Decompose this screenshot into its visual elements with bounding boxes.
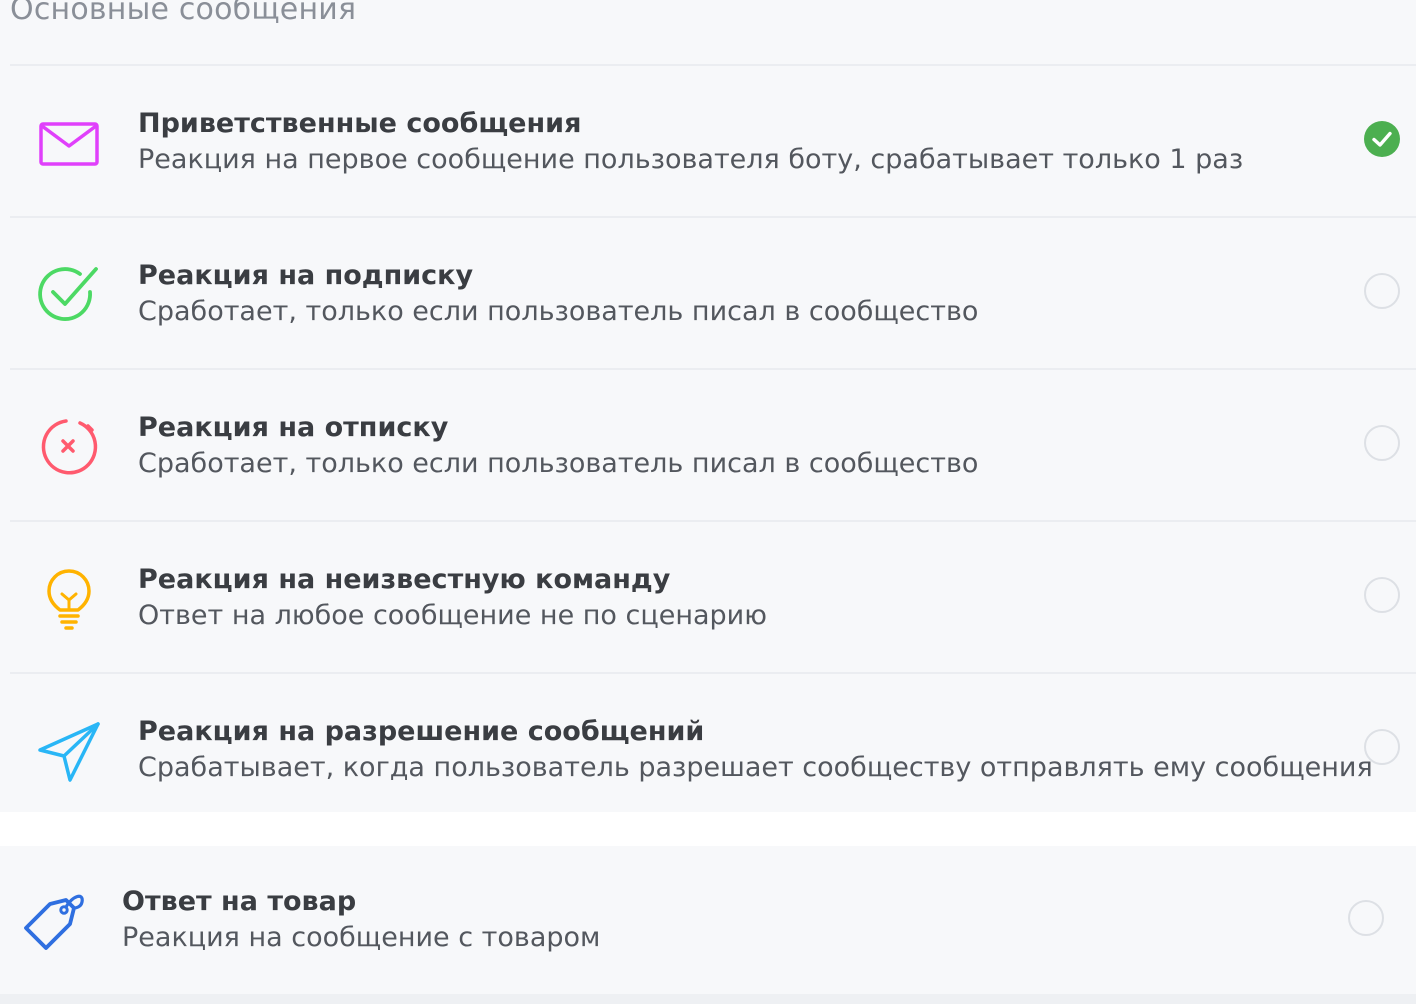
- option-title: Реакция на разрешение сообщений: [138, 716, 705, 747]
- section-title: Основные сообщения: [10, 0, 357, 27]
- option-description: Реакция на сообщение с товаром: [122, 922, 601, 953]
- checkmark-icon: [1372, 131, 1392, 147]
- option-row-unknown-command[interactable]: Реакция на неизвестную команду Ответ на …: [0, 522, 1416, 672]
- x-circle-icon: [36, 414, 102, 480]
- paper-plane-icon: [36, 718, 102, 784]
- main-messages-panel: Основные сообщения Приветственные сообще…: [0, 0, 1416, 812]
- price-tag-icon: [20, 886, 88, 954]
- radio-button[interactable]: [1364, 425, 1400, 461]
- check-circle-icon: [36, 262, 102, 328]
- option-description: Реакция на первое сообщение пользователя…: [138, 144, 1244, 175]
- radio-button[interactable]: [1348, 900, 1384, 936]
- lightbulb-icon: [36, 566, 102, 632]
- option-row-allow-messages[interactable]: Реакция на разрешение сообщений Срабатыв…: [0, 674, 1416, 824]
- radio-button[interactable]: [1364, 577, 1400, 613]
- option-description: Ответ на любое сообщение не по сценарию: [138, 600, 767, 631]
- option-row-subscribe[interactable]: Реакция на подписку Сработает, только ес…: [0, 218, 1416, 368]
- radio-button[interactable]: [1364, 729, 1400, 765]
- option-title: Реакция на подписку: [138, 260, 474, 291]
- option-row-welcome[interactable]: Приветственные сообщения Реакция на перв…: [0, 66, 1416, 216]
- option-row-product[interactable]: Ответ на товар Реакция на сообщение с то…: [0, 846, 1416, 994]
- option-title: Реакция на неизвестную команду: [138, 564, 671, 595]
- selected-radio[interactable]: [1364, 121, 1400, 157]
- option-title: Ответ на товар: [122, 886, 357, 917]
- option-description: Срабатывает, когда пользователь разрешае…: [138, 752, 1373, 783]
- option-title: Приветственные сообщения: [138, 108, 582, 139]
- option-row-unsubscribe[interactable]: Реакция на отписку Сработает, только есл…: [0, 370, 1416, 520]
- option-description: Сработает, только если пользователь писа…: [138, 296, 979, 327]
- option-title: Реакция на отписку: [138, 412, 449, 443]
- envelope-icon: [36, 110, 102, 176]
- page: Основные сообщения Приветственные сообще…: [0, 0, 1416, 1004]
- option-description: Сработает, только если пользователь писа…: [138, 448, 979, 479]
- bottom-divider: [0, 994, 1416, 1004]
- radio-button[interactable]: [1364, 273, 1400, 309]
